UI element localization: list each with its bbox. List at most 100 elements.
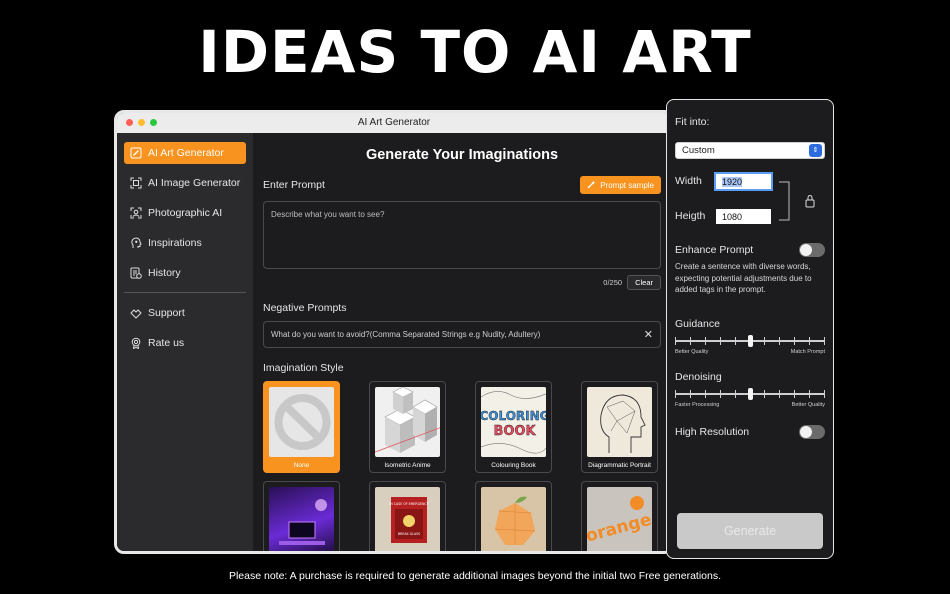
negative-prompt-input[interactable]: What do you want to avoid?(Comma Separat…: [263, 321, 661, 348]
emergency-box-thumbnail: IN CASE OF EMERGENCY BREAK GLASS: [375, 487, 440, 551]
style-card-orange-typography[interactable]: orange: [581, 481, 658, 551]
no-style-icon: [269, 387, 334, 457]
slider-tick: [735, 389, 736, 398]
guidance-slider-thumb[interactable]: [748, 334, 753, 347]
neon-room-thumbnail: [269, 487, 334, 551]
magic-wand-icon: [587, 180, 596, 191]
slider-tick: [809, 389, 810, 398]
prompt-sample-button[interactable]: Prompt sample: [580, 176, 661, 194]
svg-text:IN CASE OF EMERGENCY: IN CASE OF EMERGENCY: [389, 502, 428, 506]
prompt-sample-label: Prompt sample: [600, 180, 654, 190]
sidebar-item-label: Inspirations: [148, 237, 202, 249]
guidance-slider[interactable]: [675, 334, 825, 348]
denoising-label: Denoising: [675, 370, 722, 383]
svg-text:BREAK GLASS: BREAK GLASS: [398, 532, 420, 536]
chevron-updown-icon: ⇕: [809, 144, 822, 157]
slider-tick: [735, 336, 736, 345]
slider-tick: [690, 389, 691, 398]
clear-x-icon[interactable]: ✕: [644, 328, 653, 341]
sidebar-item-ai-art-generator[interactable]: AI Art Generator: [124, 142, 246, 164]
style-caption: Diagrammatic Portrait: [588, 462, 651, 469]
rate-badge-icon: [130, 337, 142, 349]
sidebar-item-ai-image-generator[interactable]: AI Image Generator: [124, 172, 246, 194]
sidebar-item-photographic-ai[interactable]: Photographic AI: [124, 202, 246, 224]
sidebar-item-label: AI Art Generator: [148, 147, 224, 159]
style-grid: None Isometric Anime COLORING BOOK Colour…: [263, 381, 661, 551]
high-resolution-label: High Resolution: [675, 425, 750, 438]
style-card-none[interactable]: None: [263, 381, 340, 473]
fit-select[interactable]: Custom ⇕: [675, 142, 825, 159]
prompt-placeholder: Describe what you want to see?: [271, 210, 385, 219]
slider-tick: [705, 336, 706, 345]
slider-tick: [824, 389, 825, 398]
width-input[interactable]: 1920: [714, 172, 773, 191]
negative-placeholder: What do you want to avoid?(Comma Separat…: [271, 330, 541, 339]
sidebar-item-support[interactable]: Support: [124, 302, 246, 324]
history-list-icon: [130, 267, 142, 279]
diagrammatic-portrait-thumbnail: [587, 387, 652, 457]
denoising-slider[interactable]: [675, 387, 825, 401]
main-content: Generate Your Imaginations Enter Prompt …: [253, 133, 671, 551]
generate-button[interactable]: Generate: [677, 513, 823, 549]
clear-button[interactable]: Clear: [627, 275, 661, 290]
slider-tick: [705, 389, 706, 398]
width-label: Width: [675, 175, 702, 187]
slider-tick: [764, 389, 765, 398]
slider-tick: [675, 336, 676, 345]
slider-tick: [690, 336, 691, 345]
slider-tick: [794, 336, 795, 345]
enhance-prompt-toggle[interactable]: [799, 243, 825, 257]
support-icon: [130, 307, 142, 319]
denoising-min-label: Faster Processing: [675, 401, 720, 408]
dimension-group: Width 1920 Heigth 1080: [675, 172, 825, 233]
low-poly-peach-thumbnail: [481, 487, 546, 551]
style-card-diagrammatic-portrait[interactable]: Diagrammatic Portrait: [581, 381, 658, 473]
sidebar: AI Art Generator AI Image Generator Phot…: [117, 133, 253, 551]
svg-text:orange: orange: [587, 510, 652, 547]
denoising-slider-thumb[interactable]: [748, 387, 753, 400]
purchase-note: Please note: A purchase is required to g…: [228, 570, 722, 582]
window-title: AI Art Generator: [357, 117, 431, 128]
app-window: AI Art Generator AI Art Generator AI Ima…: [114, 110, 674, 554]
style-card-low-poly-peach[interactable]: [475, 481, 552, 551]
style-caption: None: [293, 462, 310, 469]
guidance-label: Guidance: [675, 317, 720, 330]
portrait-scan-icon: [130, 207, 142, 219]
style-card-emergency-box[interactable]: IN CASE OF EMERGENCY BREAK GLASS: [369, 481, 446, 551]
headline: IDEAS TO AI ART: [198, 18, 752, 86]
style-card-isometric-anime[interactable]: Isometric Anime: [369, 381, 446, 473]
sidebar-item-label: AI Image Generator: [148, 177, 241, 189]
prompt-textarea[interactable]: Describe what you want to see?: [263, 201, 661, 269]
guidance-min-label: Better Quality: [675, 348, 709, 355]
fit-select-value: Custom: [682, 145, 715, 156]
style-card-colouring-book[interactable]: COLORING BOOK Colouring Book: [475, 381, 552, 473]
lock-icon[interactable]: [804, 194, 816, 208]
negative-prompts-label: Negative Prompts: [263, 302, 347, 314]
guidance-max-label: Match Prompt: [790, 348, 825, 355]
svg-text:BOOK: BOOK: [493, 424, 536, 439]
colouring-book-thumbnail: COLORING BOOK: [481, 387, 546, 457]
high-resolution-toggle[interactable]: [799, 424, 825, 439]
enhance-prompt-label: Enhance Prompt: [675, 244, 754, 256]
imagination-style-label: Imagination Style: [263, 362, 344, 374]
sidebar-item-history[interactable]: History: [124, 262, 246, 284]
prompt-label: Enter Prompt: [263, 179, 325, 191]
slider-tick: [764, 336, 765, 345]
image-scan-icon: [130, 177, 142, 189]
fit-into-label: Fit into:: [675, 116, 710, 128]
sidebar-item-label: History: [148, 267, 181, 279]
orange-typography-thumbnail: orange: [587, 487, 652, 551]
slider-tick: [809, 336, 810, 345]
style-card-neon-room[interactable]: [263, 481, 340, 551]
height-input[interactable]: 1080: [716, 209, 771, 224]
page-title: Generate Your Imaginations: [365, 147, 559, 163]
sidebar-item-rate-us[interactable]: Rate us: [124, 332, 246, 354]
svg-text:COLORING: COLORING: [481, 409, 546, 423]
slider-tick: [675, 389, 676, 398]
head-idea-icon: [130, 237, 142, 249]
sidebar-item-inspirations[interactable]: Inspirations: [124, 232, 246, 254]
char-counter: 0/250: [603, 278, 623, 287]
style-caption: Colouring Book: [491, 462, 536, 469]
image-edit-icon: [130, 147, 142, 159]
sidebar-item-label: Rate us: [148, 337, 185, 349]
